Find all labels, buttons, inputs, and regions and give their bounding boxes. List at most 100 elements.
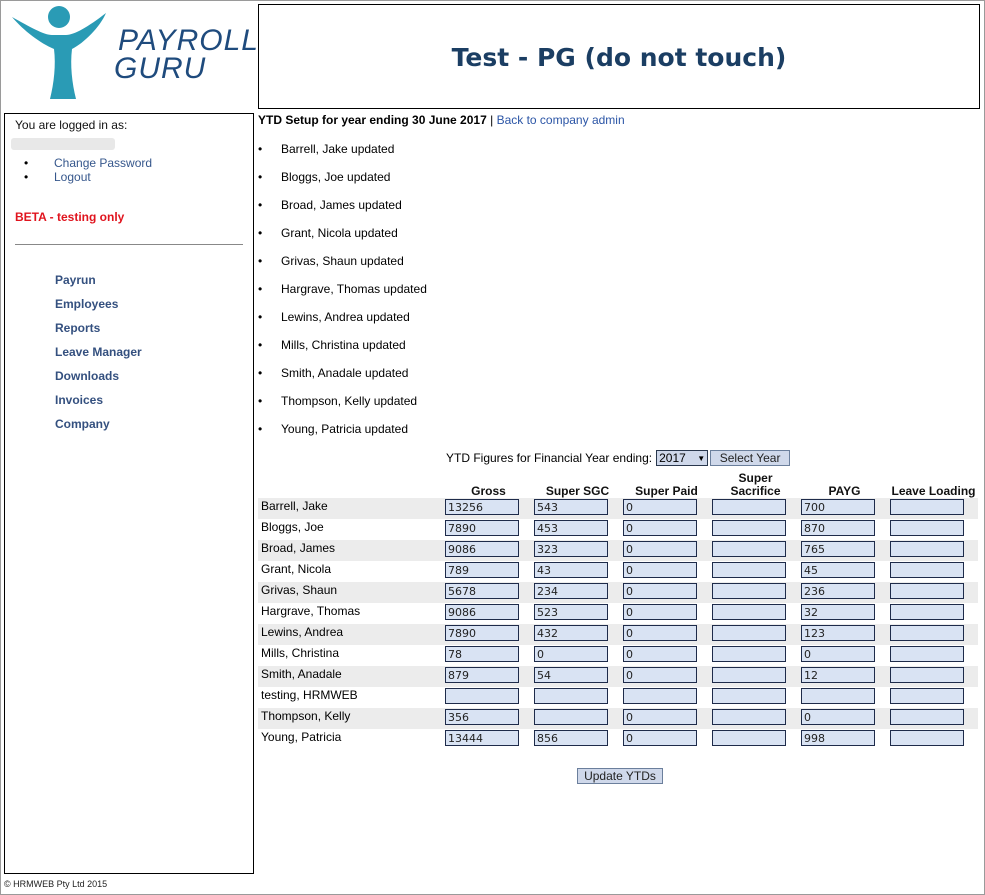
leave-loading-input[interactable] xyxy=(890,688,964,704)
gross-input[interactable]: 5678 xyxy=(445,583,519,599)
payg-input[interactable]: 0 xyxy=(801,709,875,725)
gross-input[interactable]: 9086 xyxy=(445,604,519,620)
super-paid-input[interactable]: 0 xyxy=(623,646,697,662)
leave-loading-input[interactable] xyxy=(890,625,964,641)
super-paid-input[interactable]: 0 xyxy=(623,730,697,746)
payg-input[interactable]: 700 xyxy=(801,499,875,515)
nav-leave-manager[interactable]: Leave Manager xyxy=(55,345,142,359)
super-sgc-input[interactable] xyxy=(534,688,608,704)
leave-loading-input[interactable] xyxy=(890,520,964,536)
gross-input[interactable] xyxy=(445,688,519,704)
table-row: Young, Patricia 13444 856 0 998 xyxy=(258,729,978,750)
gross-input[interactable]: 879 xyxy=(445,667,519,683)
super-sacrifice-input[interactable] xyxy=(712,541,786,557)
payg-input[interactable]: 12 xyxy=(801,667,875,683)
gross-input[interactable]: 356 xyxy=(445,709,519,725)
super-paid-input[interactable]: 0 xyxy=(623,604,697,620)
super-sacrifice-input[interactable] xyxy=(712,667,786,683)
table-cell xyxy=(889,561,978,582)
payg-input[interactable]: 123 xyxy=(801,625,875,641)
list-item: Barrell, Jake updated xyxy=(258,141,427,169)
super-sgc-input[interactable]: 54 xyxy=(534,667,608,683)
username-redacted xyxy=(11,138,115,150)
update-ytds-button[interactable]: Update YTDs xyxy=(577,768,663,784)
employee-name: Grivas, Shaun xyxy=(258,582,444,603)
change-password-link[interactable]: Change Password xyxy=(54,156,152,170)
super-paid-input[interactable]: 0 xyxy=(623,583,697,599)
nav-reports[interactable]: Reports xyxy=(55,321,100,335)
leave-loading-input[interactable] xyxy=(890,709,964,725)
payg-input[interactable]: 236 xyxy=(801,583,875,599)
account-links: Change Password Logout xyxy=(24,156,152,184)
back-to-company-admin-link[interactable]: Back to company admin xyxy=(497,113,625,127)
super-paid-input[interactable]: 0 xyxy=(623,625,697,641)
super-paid-input[interactable] xyxy=(623,688,697,704)
leave-loading-input[interactable] xyxy=(890,583,964,599)
list-item: Grivas, Shaun updated xyxy=(258,253,427,281)
gross-input[interactable]: 7890 xyxy=(445,625,519,641)
super-sacrifice-input[interactable] xyxy=(712,562,786,578)
payg-input[interactable]: 32 xyxy=(801,604,875,620)
gross-input[interactable]: 7890 xyxy=(445,520,519,536)
super-sacrifice-input[interactable] xyxy=(712,646,786,662)
super-paid-input[interactable]: 0 xyxy=(623,499,697,515)
gross-input[interactable]: 78 xyxy=(445,646,519,662)
leave-loading-input[interactable] xyxy=(890,541,964,557)
super-sacrifice-input[interactable] xyxy=(712,520,786,536)
super-sgc-input[interactable] xyxy=(534,709,608,725)
super-sgc-input[interactable]: 234 xyxy=(534,583,608,599)
table-cell xyxy=(533,708,622,729)
super-paid-input[interactable]: 0 xyxy=(623,709,697,725)
table-cell: 9086 xyxy=(444,540,533,561)
super-sacrifice-input[interactable] xyxy=(712,730,786,746)
super-sacrifice-input[interactable] xyxy=(712,688,786,704)
list-item: Hargrave, Thomas updated xyxy=(258,281,427,309)
nav-payrun[interactable]: Payrun xyxy=(55,273,96,287)
nav-employees[interactable]: Employees xyxy=(55,297,118,311)
nav-company[interactable]: Company xyxy=(55,417,110,431)
gross-input[interactable]: 13444 xyxy=(445,730,519,746)
payg-input[interactable]: 998 xyxy=(801,730,875,746)
leave-loading-input[interactable] xyxy=(890,562,964,578)
payg-input[interactable]: 0 xyxy=(801,646,875,662)
logout-link[interactable]: Logout xyxy=(54,170,91,184)
leave-loading-input[interactable] xyxy=(890,730,964,746)
payg-input[interactable]: 45 xyxy=(801,562,875,578)
table-cell: 0 xyxy=(622,624,711,645)
table-cell xyxy=(889,687,978,708)
super-sgc-input[interactable]: 453 xyxy=(534,520,608,536)
super-sacrifice-input[interactable] xyxy=(712,625,786,641)
gross-input[interactable]: 9086 xyxy=(445,541,519,557)
super-sacrifice-input[interactable] xyxy=(712,709,786,725)
super-sgc-input[interactable]: 43 xyxy=(534,562,608,578)
leave-loading-input[interactable] xyxy=(890,667,964,683)
super-paid-input[interactable]: 0 xyxy=(623,667,697,683)
payroll-guru-logo[interactable]: PAYROLL GURU xyxy=(10,5,258,105)
gross-input[interactable]: 789 xyxy=(445,562,519,578)
nav-invoices[interactable]: Invoices xyxy=(55,393,103,407)
super-sgc-input[interactable]: 856 xyxy=(534,730,608,746)
super-sacrifice-input[interactable] xyxy=(712,604,786,620)
payg-input[interactable]: 870 xyxy=(801,520,875,536)
leave-loading-input[interactable] xyxy=(890,499,964,515)
super-sgc-input[interactable]: 543 xyxy=(534,499,608,515)
leave-loading-input[interactable] xyxy=(890,604,964,620)
gross-input[interactable]: 13256 xyxy=(445,499,519,515)
year-select[interactable]: 2017 ▼ xyxy=(656,450,709,466)
payg-input[interactable]: 765 xyxy=(801,541,875,557)
select-year-button[interactable]: Select Year xyxy=(710,450,791,466)
super-sgc-input[interactable]: 432 xyxy=(534,625,608,641)
super-sacrifice-input[interactable] xyxy=(712,499,786,515)
nav-downloads[interactable]: Downloads xyxy=(55,369,119,383)
super-paid-input[interactable]: 0 xyxy=(623,562,697,578)
super-sgc-input[interactable]: 0 xyxy=(534,646,608,662)
super-sacrifice-input[interactable] xyxy=(712,583,786,599)
table-cell: 765 xyxy=(800,540,889,561)
super-sgc-input[interactable]: 523 xyxy=(534,604,608,620)
super-paid-input[interactable]: 0 xyxy=(623,541,697,557)
payg-input[interactable] xyxy=(801,688,875,704)
super-sgc-input[interactable]: 323 xyxy=(534,541,608,557)
table-cell: 9086 xyxy=(444,603,533,624)
super-paid-input[interactable]: 0 xyxy=(623,520,697,536)
leave-loading-input[interactable] xyxy=(890,646,964,662)
